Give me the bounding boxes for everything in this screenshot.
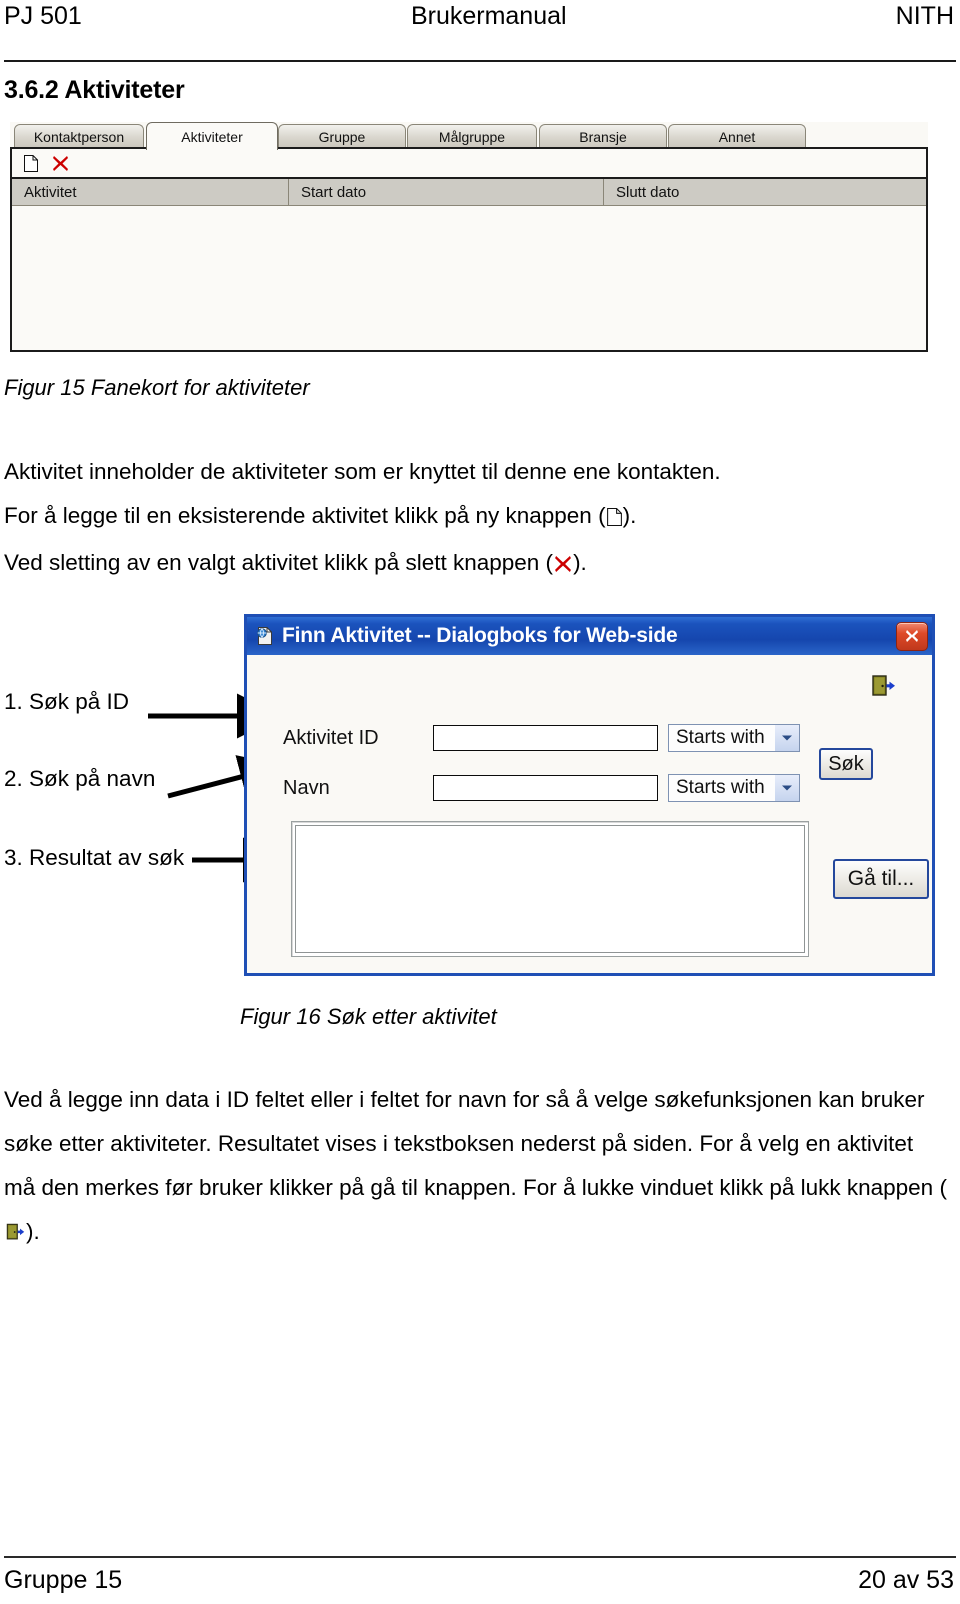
navn-input[interactable] — [433, 775, 658, 801]
column-header-aktivitet[interactable]: Aktivitet — [12, 179, 289, 205]
header-center-text: Brukermanual — [410, 2, 567, 30]
tab-strip: Kontaktperson Aktiviteter Gruppe Målgrup… — [10, 122, 928, 150]
tab-malgruppe[interactable]: Målgruppe — [407, 124, 537, 148]
tab-aktiviteter[interactable]: Aktiviteter — [146, 122, 278, 150]
select-value: Starts with — [676, 727, 765, 748]
new-document-icon[interactable] — [24, 154, 38, 172]
footer-divider-rule — [4, 1556, 956, 1558]
navn-match-select[interactable]: Starts with — [668, 774, 800, 802]
field-label-navn: Navn — [283, 777, 330, 799]
annotation-3-resultat: 3. Resultat av søk — [4, 845, 185, 870]
page-title: 3.6.2 Aktiviteter — [4, 76, 185, 104]
activity-toolbar — [12, 149, 926, 179]
tab-label: Gruppe — [318, 128, 366, 145]
paragraph-line-1: Aktivitet inneholder de aktiviteter som … — [4, 459, 721, 484]
tab-label: Kontaktperson — [33, 128, 125, 145]
paragraph-line-2: For å legge til en eksisterende aktivite… — [4, 494, 944, 541]
dialog-title-bar[interactable]: Finn Aktivitet -- Dialogboks for Web-sid… — [247, 617, 932, 655]
paragraph-activities-description: Aktivitet inneholder de aktiviteter som … — [4, 450, 944, 588]
figure-15-screenshot: Kontaktperson Aktiviteter Gruppe Målgrup… — [10, 122, 928, 352]
new-document-icon — [606, 497, 622, 541]
tab-label: Målgruppe — [438, 128, 506, 145]
figure-16-caption: Figur 16 Søk etter aktivitet — [240, 1004, 497, 1029]
chevron-down-icon[interactable] — [775, 725, 799, 751]
header-left-text: PJ 501 — [4, 2, 82, 30]
tab-label: Aktiviteter — [181, 128, 243, 145]
dialog-body: Aktivitet ID Starts with Navn Starts wit… — [247, 655, 932, 973]
goto-button[interactable]: Gå til... — [833, 859, 929, 899]
tab-panel-aktiviteter: Aktivitet Start dato Slutt dato — [10, 147, 928, 352]
exit-door-icon[interactable] — [870, 673, 896, 699]
page-footer: Gruppe 15 20 av 53 — [0, 1566, 960, 1595]
figure-16-dialog-screenshot: Finn Aktivitet -- Dialogboks for Web-sid… — [244, 614, 935, 976]
paragraph-line-3: Ved sletting av en valgt aktivitet klikk… — [4, 541, 944, 588]
activity-table-header: Aktivitet Start dato Slutt dato — [12, 179, 926, 206]
red-x-delete-icon — [554, 544, 572, 588]
tab-label: Bransje — [579, 128, 627, 145]
close-icon[interactable] — [896, 621, 928, 651]
aktivitet-id-match-select[interactable]: Starts with — [668, 724, 800, 752]
annotation-2-sok-pa-navn: 2. Søk på navn — [4, 766, 156, 791]
red-x-delete-icon[interactable] — [52, 155, 69, 172]
tab-kontaktperson[interactable]: Kontaktperson — [14, 124, 144, 148]
search-results-listbox[interactable] — [291, 821, 809, 957]
select-value: Starts with — [676, 777, 765, 798]
aktivitet-id-input[interactable] — [433, 725, 658, 751]
annotation-1-sok-pa-id: 1. Søk på ID — [4, 689, 130, 714]
activity-table-body[interactable] — [12, 206, 926, 350]
tab-annet[interactable]: Annet — [668, 124, 806, 148]
search-button[interactable]: Søk — [819, 748, 873, 780]
exit-door-icon — [5, 1213, 25, 1257]
dialog-title: Finn Aktivitet -- Dialogboks for Web-sid… — [282, 624, 678, 647]
chevron-down-icon[interactable] — [775, 775, 799, 801]
paragraph-2-text-a: Ved å legge inn data i ID feltet eller i… — [4, 1087, 947, 1200]
column-header-start-dato[interactable]: Start dato — [289, 179, 604, 205]
tab-bransje[interactable]: Bransje — [539, 124, 667, 148]
column-header-slutt-dato[interactable]: Slutt dato — [604, 179, 926, 205]
web-page-icon — [255, 626, 275, 646]
page-running-head: PJ 501 Brukermanual NITH — [0, 0, 960, 58]
tab-gruppe[interactable]: Gruppe — [278, 124, 406, 148]
header-right-text: NITH — [895, 2, 954, 30]
footer-page-number: 20 av 53 — [858, 1566, 954, 1594]
search-results-inner[interactable] — [295, 825, 805, 953]
paragraph-line-3-text-b: ). — [573, 550, 587, 575]
field-label-aktivitet-id: Aktivitet ID — [283, 727, 379, 749]
paragraph-line-2-text-b: ). — [622, 503, 637, 528]
paragraph-line-3-text-a: Ved sletting av en valgt aktivitet klikk… — [4, 550, 554, 575]
tab-label: Annet — [718, 128, 756, 145]
paragraph-line-2-text-a: For å legge til en eksisterende aktivite… — [4, 503, 606, 528]
paragraph-search-description: Ved å legge inn data i ID feltet eller i… — [4, 1078, 948, 1257]
header-divider-rule — [4, 60, 956, 62]
footer-left-text: Gruppe 15 — [4, 1566, 123, 1594]
figure-15-caption: Figur 15 Fanekort for aktiviteter — [4, 375, 310, 400]
paragraph-2-text-b: ). — [26, 1219, 40, 1244]
